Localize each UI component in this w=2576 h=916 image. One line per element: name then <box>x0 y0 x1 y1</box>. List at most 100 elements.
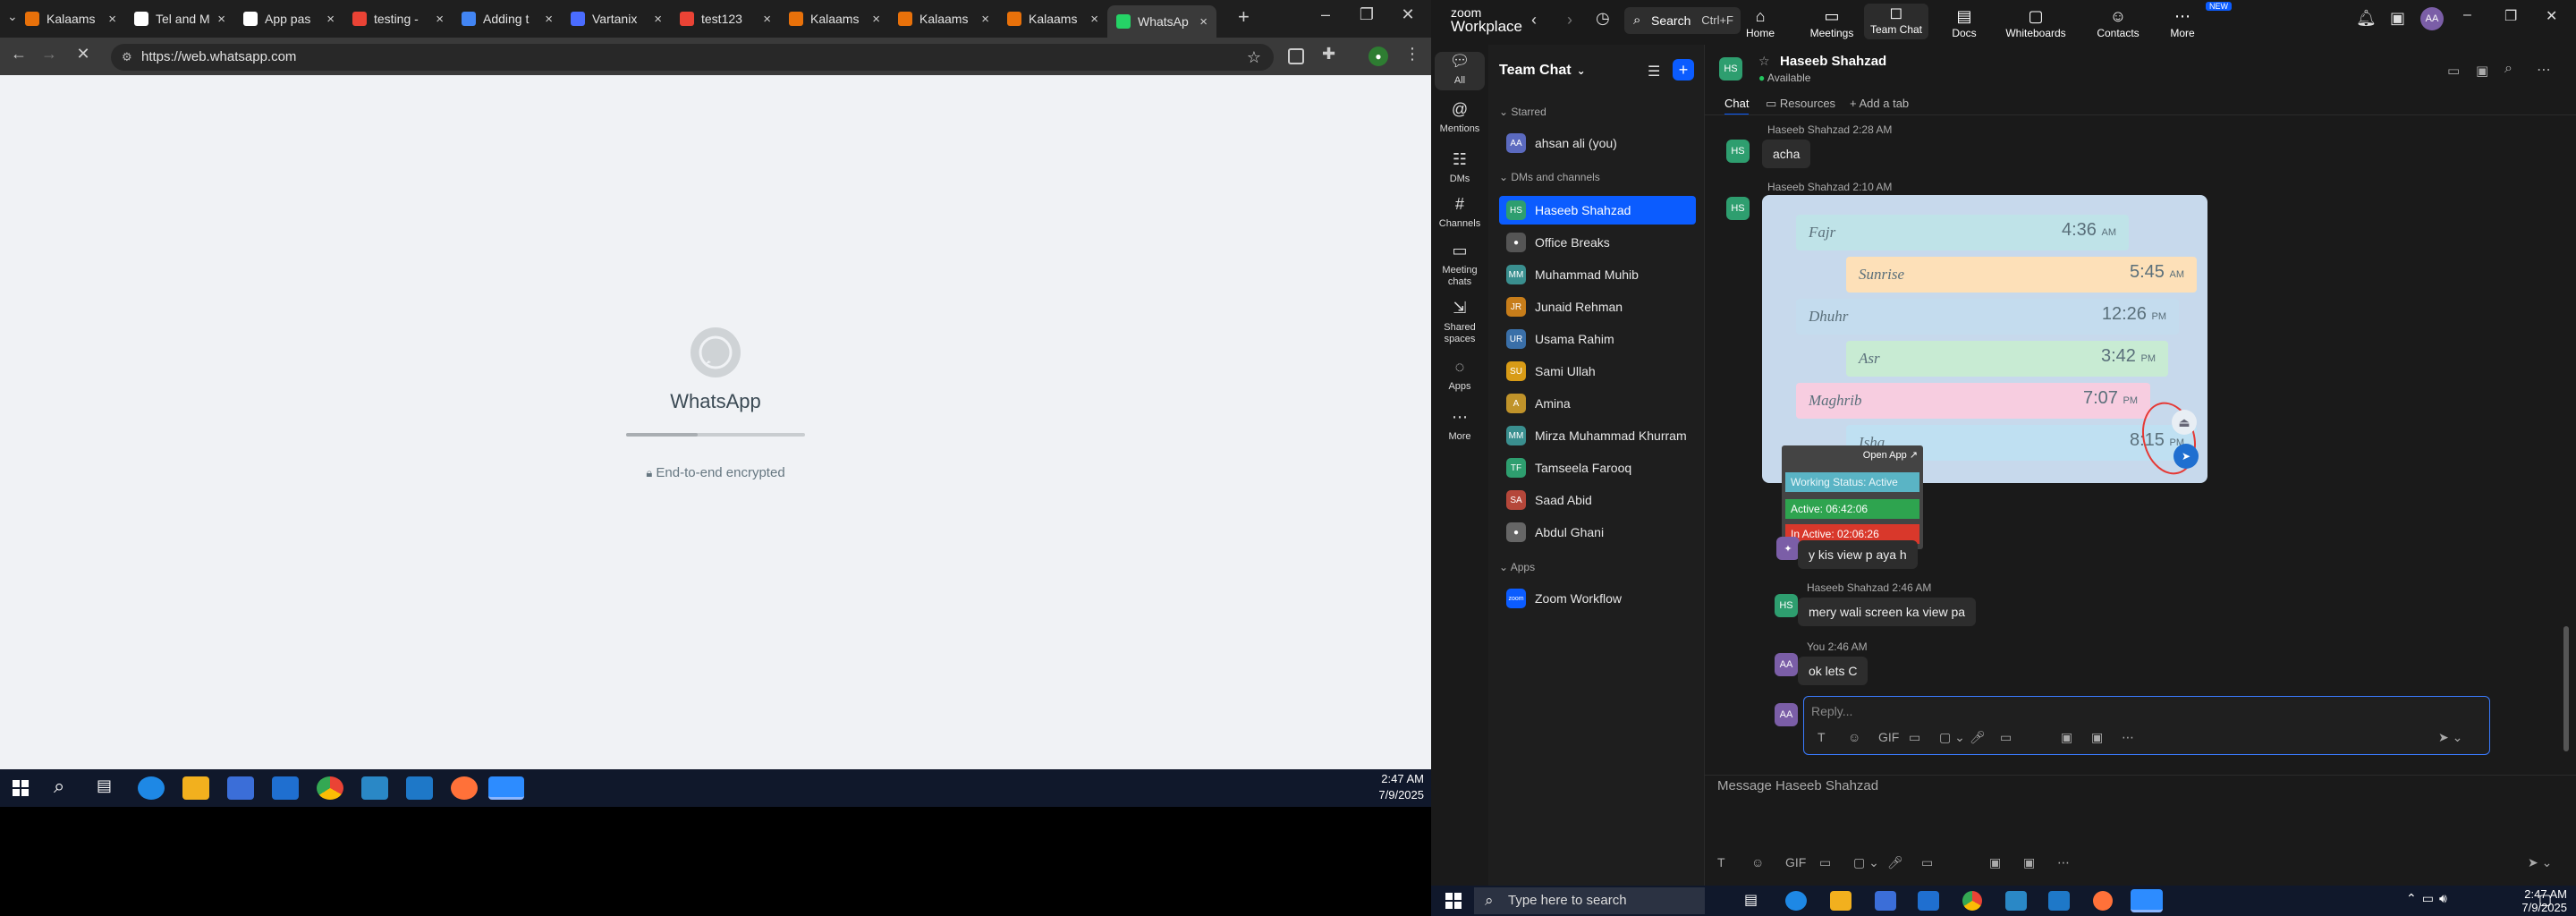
reply-audio-icon[interactable]: 🎤︎ <box>1970 730 1986 745</box>
file-explorer-icon[interactable] <box>182 776 209 800</box>
zoom-nav-team-chat[interactable]: ◻︎ Team Chat <box>1864 4 1928 39</box>
chat-list-item[interactable]: UR Usama Rahim <box>1499 325 1696 353</box>
tab-close-icon[interactable]: × <box>654 12 662 27</box>
edge-icon[interactable] <box>1785 891 1807 911</box>
compose-emoji-icon[interactable]: ☺ <box>1751 855 1764 869</box>
start-button[interactable] <box>13 780 29 796</box>
zoom-nav-docs[interactable]: ▤ Docs <box>1932 7 1996 39</box>
tab-close-icon[interactable]: × <box>545 12 553 27</box>
rail-apps[interactable]: ◌ Apps <box>1435 358 1485 396</box>
close-window-button[interactable]: ✕ <box>1390 5 1426 24</box>
rail-mentions[interactable]: @ Mentions <box>1435 100 1485 139</box>
new-chat-button[interactable]: + <box>1673 59 1694 81</box>
chat-list-item[interactable]: ● Office Breaks <box>1499 228 1696 257</box>
start-button[interactable] <box>1445 893 1462 909</box>
chat-list-item[interactable]: AA ahsan ali (you) <box>1499 129 1696 157</box>
zoom-maximize-button[interactable]: ❐ <box>2504 7 2517 25</box>
compose-send-icon[interactable]: ➤ ⌄ <box>2528 855 2552 870</box>
zoom-nav-home[interactable]: ⌂ Home <box>1728 7 1792 39</box>
mail-icon[interactable] <box>1918 891 1939 911</box>
tab-close-icon[interactable]: × <box>436 12 444 27</box>
video-call-icon[interactable]: ▭ <box>2447 63 2460 79</box>
browser-tab[interactable]: Vartanix × <box>562 5 671 32</box>
reply-emoji-icon[interactable]: ☺ <box>1848 730 1860 744</box>
zoom-minimize-button[interactable]: – <box>2463 7 2471 23</box>
reply-app-a-icon[interactable]: ▣ <box>2061 730 2072 745</box>
zoom-search-input[interactable]: ⌕ Search Ctrl+F <box>1624 7 1741 34</box>
filter-icon[interactable]: ☰ <box>1648 63 1660 81</box>
rail-channels[interactable]: # Channels <box>1435 195 1485 233</box>
browser-tab[interactable]: Kalaams × <box>998 5 1107 32</box>
message-bubble[interactable]: acha <box>1762 140 1811 168</box>
chat-tab-chat[interactable]: Chat <box>1724 97 1750 115</box>
compose-screenshot-icon[interactable]: ▢ ⌄ <box>1853 855 1879 870</box>
message-bubble[interactable]: mery wali screen ka view pa <box>1798 598 1977 626</box>
chat-tab-add[interactable]: + Add a tab <box>1850 97 1909 110</box>
edge-icon[interactable] <box>138 776 165 800</box>
maximize-button[interactable]: ❐ <box>1349 5 1385 24</box>
back-button[interactable]: ← <box>7 45 30 64</box>
reply-send-icon[interactable]: ➤ ⌄ <box>2438 730 2462 745</box>
site-info-icon[interactable]: ⚙ <box>122 44 132 71</box>
send-icon[interactable]: ➤ <box>2174 444 2199 469</box>
chat-search-icon[interactable]: ⌕ <box>2504 61 2512 77</box>
zoom-nav-meetings[interactable]: ▭ Meetings <box>1800 7 1864 39</box>
rail-more[interactable]: ⋯ More <box>1435 408 1485 446</box>
task-view-icon[interactable]: ▤ <box>97 776 112 795</box>
tab-close-icon[interactable]: × <box>217 12 225 27</box>
zoom-nav-contacts[interactable]: ☺ Contacts <box>2086 7 2150 39</box>
tab-close-icon[interactable]: × <box>108 12 116 27</box>
forward-button[interactable]: → <box>38 45 61 64</box>
tab-close-icon[interactable]: × <box>1090 12 1098 27</box>
extension-icon[interactable] <box>1288 48 1304 64</box>
zoom-nav-whiteboards[interactable]: ▢ Whiteboards <box>2004 7 2068 39</box>
new-tab-button[interactable]: + <box>1238 5 1250 29</box>
chat-scrollbar[interactable] <box>2563 626 2569 751</box>
vscode-icon[interactable] <box>2048 891 2070 911</box>
compose-app-a-icon[interactable]: ▣ <box>1989 855 2001 870</box>
file-explorer-icon[interactable] <box>1830 891 1852 911</box>
firefox-icon[interactable] <box>2093 891 2113 911</box>
chat-list-item[interactable]: MM Mirza Muhammad Khurram <box>1499 421 1696 450</box>
store-icon[interactable] <box>1875 891 1896 911</box>
chat-list-item[interactable]: HS Haseeb Shahzad <box>1499 196 1696 225</box>
zoom-close-button[interactable]: ✕ <box>2546 7 2557 25</box>
message-bubble[interactable]: y kis view p aya h <box>1798 540 1918 569</box>
user-avatar[interactable]: AA <box>2420 7 2444 30</box>
profile-avatar[interactable]: ● <box>1368 47 1388 66</box>
tab-close-icon[interactable]: × <box>326 12 335 27</box>
puzzle-icon[interactable]: ✚ <box>1322 45 1335 64</box>
reply-more-icon[interactable]: ⋯ <box>2122 730 2134 745</box>
chat-header-name[interactable]: Haseeb Shahzad <box>1780 54 1886 69</box>
compose-input[interactable]: Message Haseeb Shahzad <box>1717 778 2558 805</box>
notification-center-icon[interactable]: ▢ <box>2538 891 2552 909</box>
chat-list-item[interactable]: ● Abdul Ghani <box>1499 518 1696 547</box>
reply-input[interactable]: Reply... <box>1803 696 2490 755</box>
vscode-icon[interactable] <box>406 776 433 800</box>
reply-app-b-icon[interactable]: ▣ <box>2091 730 2103 745</box>
chat-list-item[interactable]: MM Muhammad Muhib <box>1499 260 1696 289</box>
chat-list-item[interactable]: zoom Zoom Workflow <box>1499 584 1696 613</box>
rail-meeting-chats[interactable]: ▭ Meeting chats <box>1435 242 1485 292</box>
chat-list-item[interactable]: SU Sami Ullah <box>1499 357 1696 386</box>
compose-file-icon[interactable]: ▭ <box>1819 855 1831 870</box>
compose-app-b-icon[interactable]: ▣ <box>2023 855 2035 870</box>
browser-tab[interactable]: Kalaams × <box>889 5 998 32</box>
rail-shared-spaces[interactable]: ⇲ Shared spaces <box>1435 299 1485 349</box>
reply-file-icon[interactable]: ▭ <box>1909 730 1920 745</box>
zoom-nav-more[interactable]: ⋯ More <box>2150 7 2215 39</box>
section-dms[interactable]: ⌄ DMs and channels <box>1499 171 1600 183</box>
team-chat-header[interactable]: Team Chat ⌄ <box>1499 63 1586 79</box>
chrome-icon[interactable] <box>317 776 343 800</box>
history-icon[interactable]: ◷ <box>1596 9 1610 28</box>
chat-tab-resources[interactable]: ▭ Resources <box>1766 97 1835 111</box>
zoom-taskbar-icon[interactable] <box>2131 889 2163 912</box>
browser-tab[interactable]: Kalaams × <box>16 5 125 32</box>
chat-list-item[interactable]: A Amina <box>1499 389 1696 418</box>
browser-tab[interactable]: Adding t × <box>453 5 562 32</box>
zoom-taskbar-icon[interactable] <box>488 776 524 800</box>
reply-gif-icon[interactable]: GIF <box>1878 730 1899 744</box>
bookmark-star-icon[interactable]: ☆ <box>1247 44 1261 71</box>
app-icon[interactable] <box>2005 891 2027 911</box>
browser-tab[interactable]: testing - × <box>343 5 453 32</box>
